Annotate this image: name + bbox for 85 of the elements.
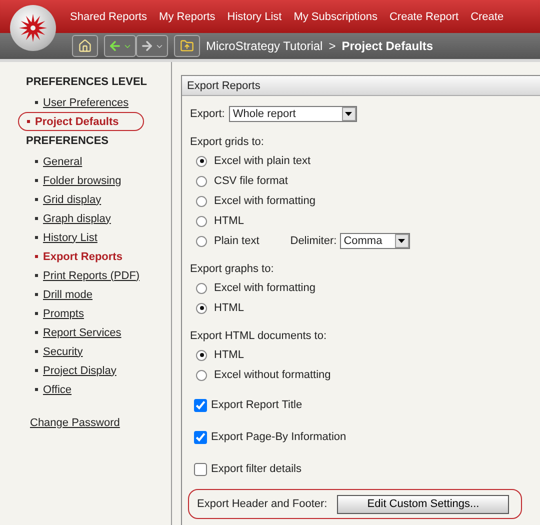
sidebar-link[interactable]: Project Display [43, 364, 116, 376]
sidebar-link[interactable]: Print Reports (PDF) [43, 270, 140, 282]
option-label: Excel with plain text [214, 155, 311, 167]
group-label: Export HTML documents to: [190, 328, 328, 344]
radio-button[interactable] [196, 196, 207, 206]
checkbox-label: Export Report Title [211, 399, 302, 411]
sidebar-link[interactable]: Report Services [43, 326, 122, 338]
nav-tab[interactable]: My Reports [153, 10, 222, 22]
checkbox[interactable] [194, 430, 207, 444]
back-button[interactable] [104, 35, 136, 57]
bullet-icon [35, 388, 38, 391]
option-label: Plain text [214, 235, 260, 247]
nav-tab[interactable]: Create Report [383, 10, 465, 22]
sidebar-link[interactable]: Export Reports [43, 250, 122, 262]
nav-tab[interactable]: Shared Reports [64, 10, 154, 22]
bullet-icon [35, 101, 38, 104]
delimiter-dropdown[interactable]: Comma [340, 233, 410, 249]
bullet-icon [35, 179, 38, 182]
group-label: Export grids to: [190, 134, 265, 150]
option-label: Excel with formatting [214, 195, 316, 207]
panel-title: Export Reports [182, 76, 540, 96]
breadcrumb-item[interactable]: MicroStrategy Tutorial [206, 39, 323, 53]
bullet-icon [35, 198, 38, 201]
change-password-link[interactable]: Change Password [30, 417, 120, 429]
sidebar-link[interactable]: Project Defaults [35, 116, 119, 128]
radio-button[interactable] [196, 216, 207, 226]
checkbox-label: Export Page-By Information [211, 431, 346, 443]
caret-icon [342, 107, 356, 121]
sidebar-link[interactable]: General [43, 156, 82, 168]
breadcrumb-item: Project Defaults [342, 39, 434, 53]
sidebar-link[interactable]: Drill mode [43, 288, 93, 300]
bullet-icon [35, 217, 38, 220]
radio-button[interactable] [196, 302, 207, 314]
checkbox-label: Export filter details [211, 463, 302, 475]
option-label: HTML [214, 349, 244, 361]
home-button[interactable] [72, 35, 98, 57]
section-heading: PREFERENCES LEVEL [26, 76, 148, 88]
radio-button[interactable] [196, 370, 207, 380]
radio-button[interactable] [196, 350, 207, 360]
nav-tab[interactable]: History List [221, 10, 288, 22]
option-label: Excel without formatting [214, 369, 331, 381]
bullet-icon [35, 160, 38, 163]
radio-button[interactable] [196, 236, 207, 246]
bullet-icon [35, 369, 38, 372]
sidebar-link[interactable]: Folder browsing [43, 174, 122, 186]
group-label: Export graphs to: [190, 262, 275, 276]
bullet-icon [35, 331, 38, 334]
caret-icon [394, 234, 409, 248]
folder-up-icon [180, 39, 194, 53]
sidebar-link[interactable]: Security [43, 346, 83, 358]
bullet-icon [35, 255, 38, 258]
option-label: CSV file format [214, 175, 288, 187]
radio-button[interactable] [196, 176, 207, 186]
sidebar-link[interactable]: History List [43, 232, 98, 244]
option-label: HTML [214, 302, 244, 314]
folder-up-button[interactable] [174, 35, 200, 57]
nav-tab[interactable]: My Subscriptions [288, 10, 384, 22]
field-label: Export: [190, 108, 225, 120]
field-label: Delimiter: [290, 235, 337, 247]
field-label: Export Header and Footer: [197, 498, 328, 510]
bullet-icon [35, 350, 38, 353]
checkbox[interactable] [194, 398, 207, 412]
sidebar-link[interactable]: Prompts [43, 308, 84, 320]
bullet-icon [35, 236, 38, 239]
sidebar-link[interactable]: Grid display [43, 194, 102, 206]
radio-button[interactable] [196, 156, 207, 166]
export-dropdown[interactable]: Whole report [228, 106, 357, 122]
sidebar-link[interactable]: Office [43, 384, 72, 396]
forward-button[interactable] [136, 35, 168, 57]
bullet-icon [35, 293, 38, 296]
radio-button[interactable] [196, 282, 207, 294]
right-arrow-icon [140, 39, 154, 53]
breadcrumb-separator: > [328, 39, 336, 53]
bullet-icon [35, 312, 38, 315]
home-icon [78, 39, 92, 53]
option-label: Excel with formatting [214, 282, 316, 294]
edit-custom-settings-button[interactable]: Edit Custom Settings... [337, 494, 510, 514]
sidebar-link[interactable]: User Preferences [43, 96, 129, 108]
section-heading: PREFERENCES [26, 135, 110, 147]
bullet-icon [35, 274, 38, 277]
checkbox[interactable] [194, 462, 207, 476]
bullet-icon [27, 120, 30, 123]
sidebar-link[interactable]: Graph display [43, 212, 111, 224]
option-label: HTML [214, 215, 244, 227]
nav-tab[interactable]: Create [464, 10, 510, 22]
